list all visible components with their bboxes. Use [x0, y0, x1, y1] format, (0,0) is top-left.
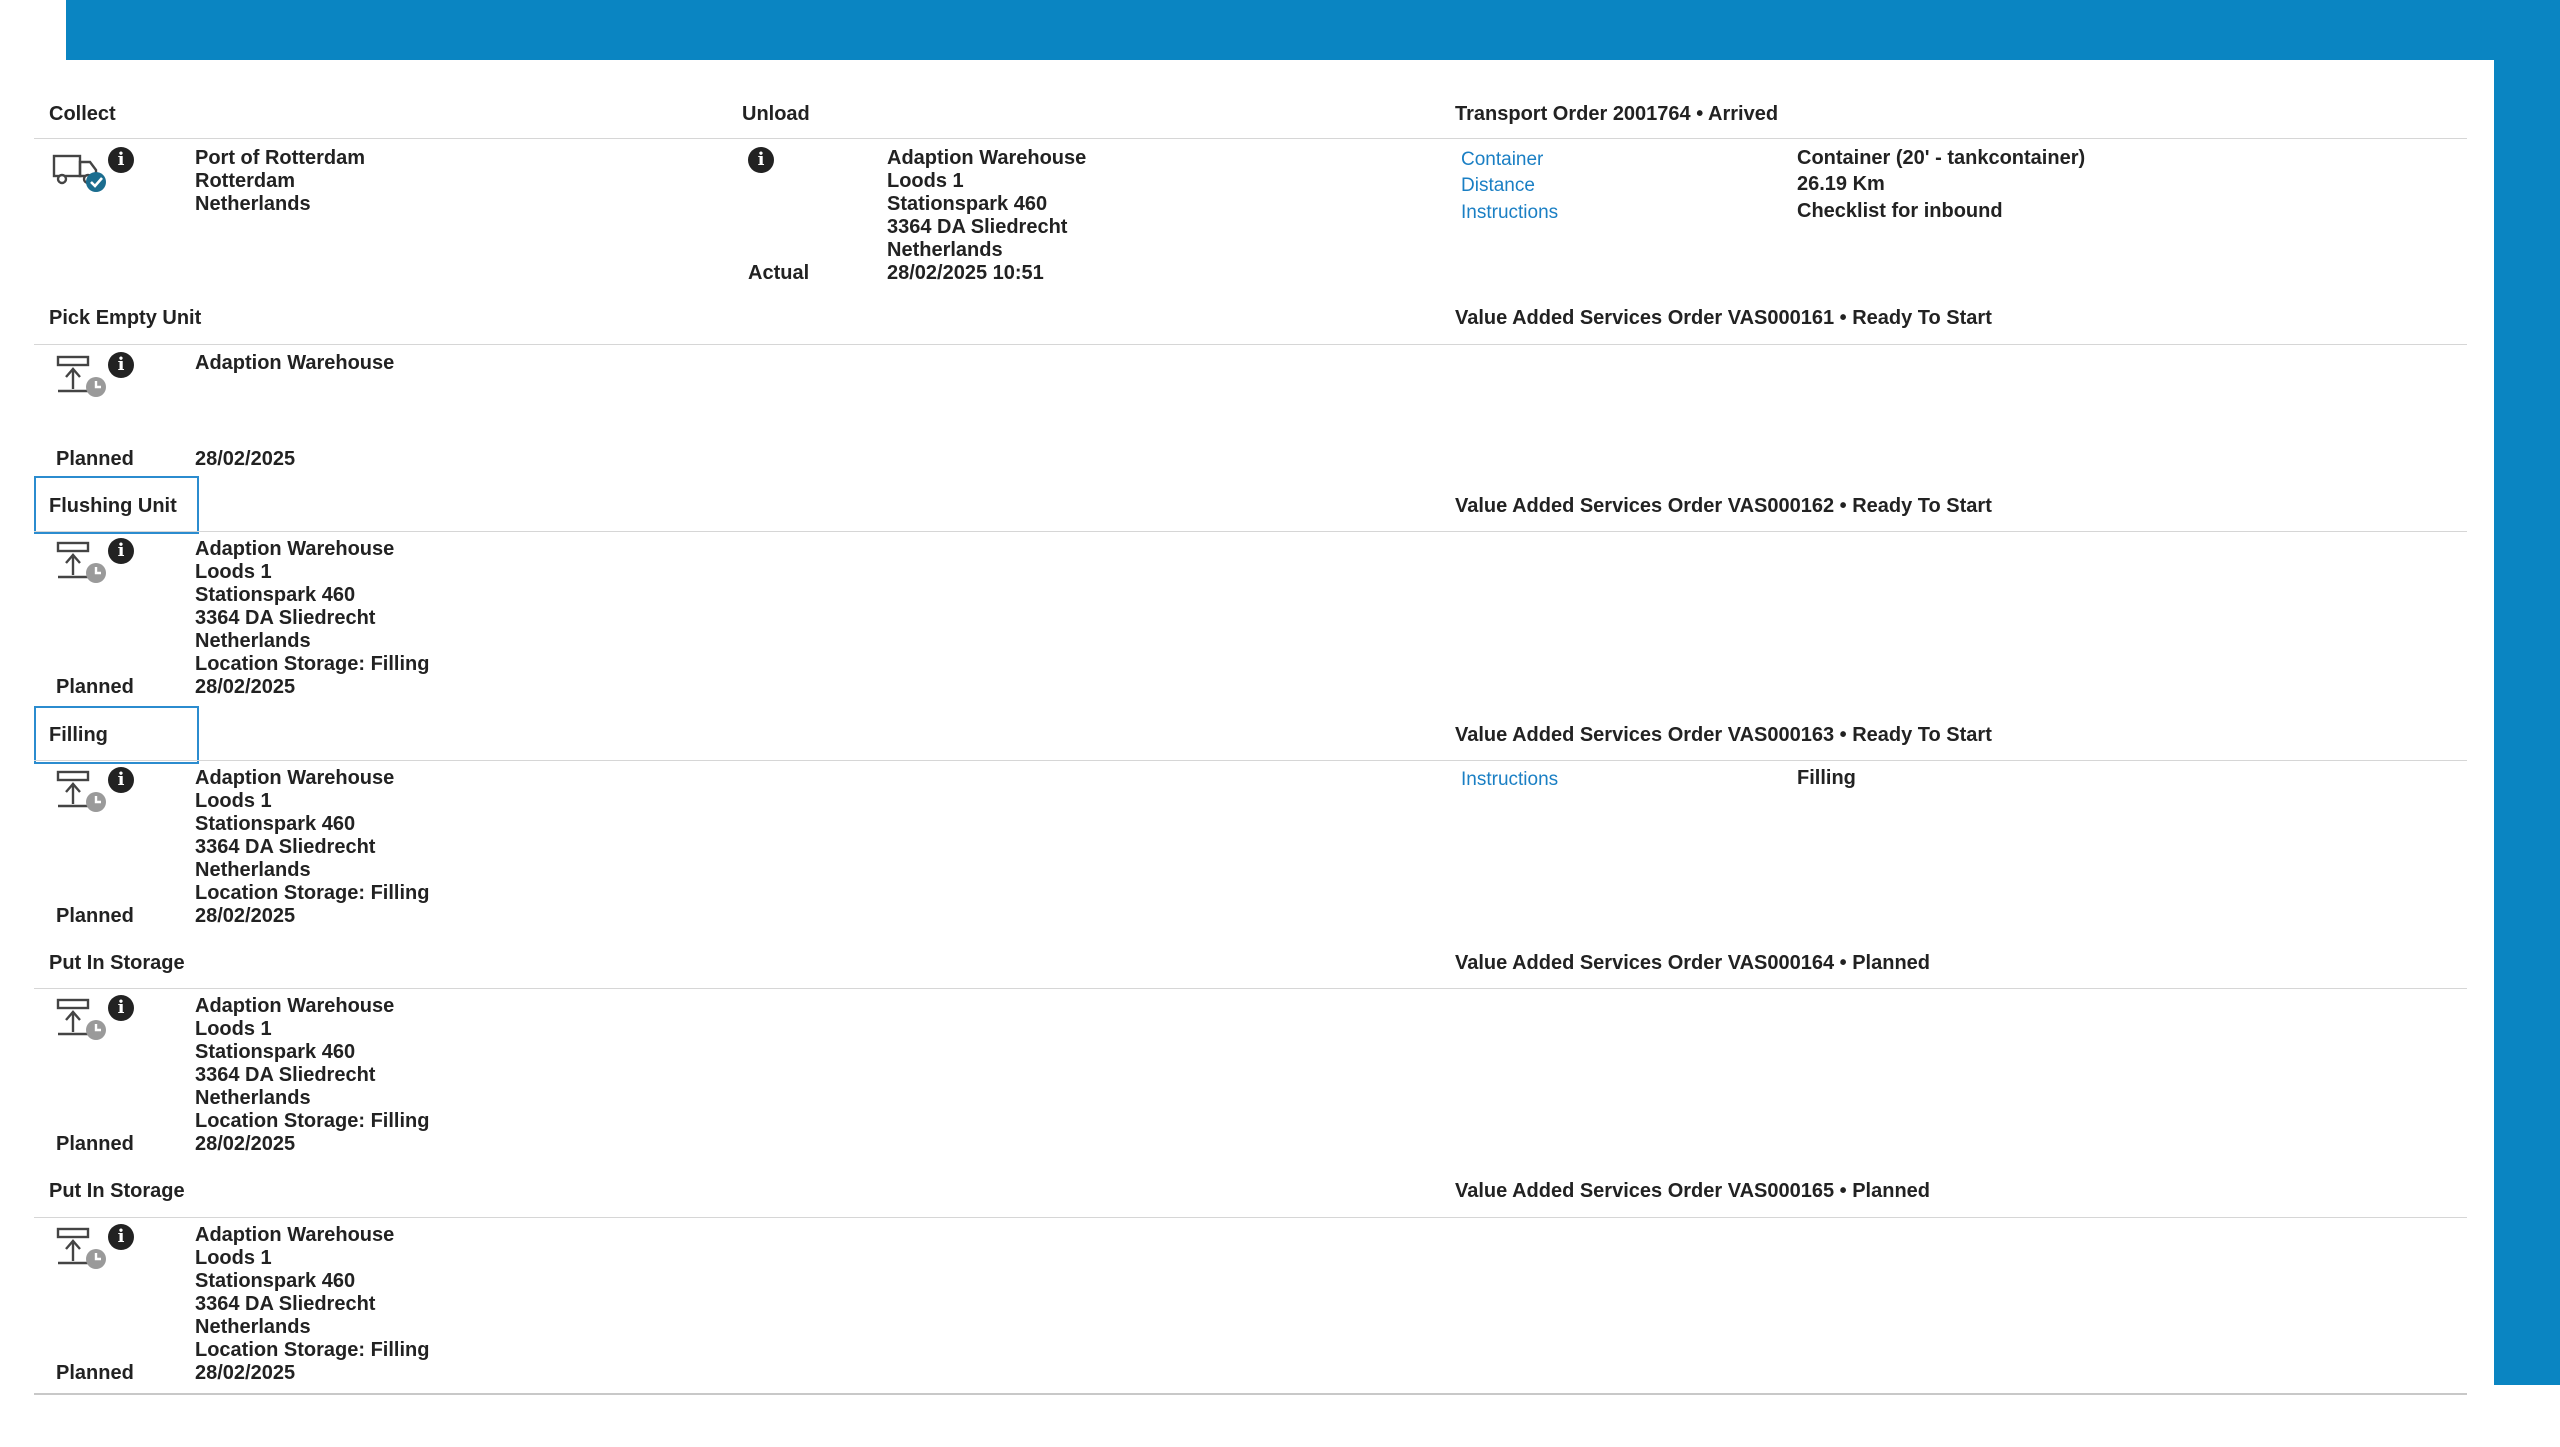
task-address-line: Location Storage: Filling	[195, 653, 430, 675]
planned-value: 28/02/2025	[195, 448, 296, 470]
task-address-line: Adaption Warehouse	[195, 995, 395, 1017]
task-address-line: Netherlands	[195, 1316, 311, 1338]
info-icon[interactable]: i	[108, 538, 134, 564]
unload-address-line: Adaption Warehouse	[887, 147, 1087, 169]
unload-address: Adaption Warehouse Loods 1 Stationspark …	[887, 147, 1086, 285]
transport-order-title: Transport Order 2001764 • Arrived	[1455, 103, 1779, 125]
collect-address-line: Port of Rotterdam	[195, 147, 365, 169]
info-icon[interactable]: i	[108, 767, 134, 793]
distance-link[interactable]: Distance	[1461, 174, 1535, 198]
container-link[interactable]: Container	[1461, 148, 1543, 172]
planned-value: 28/02/2025	[195, 1133, 296, 1155]
task-address-line: Loods 1	[195, 790, 272, 812]
info-icon[interactable]: i	[108, 147, 134, 173]
bottom-divider	[34, 1393, 2467, 1395]
unload-clock-icon	[56, 770, 106, 812]
planned-label: Planned	[56, 1362, 134, 1384]
task-address-line: Location Storage: Filling	[195, 882, 430, 904]
task-address-line: Netherlands	[195, 1087, 311, 1109]
task-order-status: Value Added Services Order VAS000161 • R…	[1455, 307, 1992, 329]
unload-clock-icon	[56, 998, 106, 1040]
task-address-line: Stationspark 460	[195, 813, 356, 835]
planned-label: Planned	[56, 676, 134, 698]
instructions-link[interactable]: Instructions	[1461, 201, 1558, 225]
info-icon[interactable]: i	[108, 995, 134, 1021]
unload-address-line: Netherlands	[887, 239, 1003, 261]
container-value: Container (20' - tankcontainer)	[1797, 147, 2086, 169]
divider	[34, 1217, 2467, 1218]
task-title: Pick Empty Unit	[49, 307, 202, 329]
unload-actual-label: Actual	[748, 262, 810, 284]
divider	[34, 760, 2467, 761]
task-address-line: Location Storage: Filling	[195, 1339, 430, 1361]
task-order-status: Value Added Services Order VAS000165 • P…	[1455, 1180, 1930, 1202]
task-address-line: Stationspark 460	[195, 584, 356, 606]
task-title: Put In Storage	[49, 1180, 185, 1202]
planned-label: Planned	[56, 905, 134, 927]
task-address-line: Loods 1	[195, 1018, 272, 1040]
task-address: Adaption Warehouse	[195, 352, 394, 375]
collect-address: Port of Rotterdam Rotterdam Netherlands	[195, 147, 365, 216]
truck-check-icon	[52, 154, 106, 192]
unload-address-line: Stationspark 460	[887, 193, 1048, 215]
unload-clock-icon	[56, 355, 106, 397]
divider	[34, 988, 2467, 989]
task-order-status: Value Added Services Order VAS000163 • R…	[1455, 724, 1992, 746]
right-blue-band	[2494, 0, 2560, 1385]
task-title: Put In Storage	[49, 952, 185, 974]
instructions-link[interactable]: Instructions	[1461, 768, 1558, 792]
distance-value: 26.19 Km	[1797, 173, 1885, 195]
task-title: Filling	[49, 724, 108, 746]
instructions-value: Checklist for inbound	[1797, 200, 2003, 222]
task-address-line: Loods 1	[195, 1247, 272, 1269]
task-address-line: Adaption Warehouse	[195, 1224, 395, 1246]
task-address-line: Netherlands	[195, 630, 311, 652]
task-address-line: Adaption Warehouse	[195, 352, 395, 374]
unload-title: Unload	[742, 103, 810, 125]
divider	[34, 531, 2467, 532]
task-address-line: 3364 DA Sliedrecht	[195, 1064, 376, 1086]
unload-actual-value: 28/02/2025 10:51	[887, 262, 1044, 284]
task-address-line: Adaption Warehouse	[195, 767, 395, 789]
unload-clock-icon	[56, 1227, 106, 1269]
unload-clock-icon	[56, 541, 106, 583]
planned-value: 28/02/2025	[195, 905, 296, 927]
task-address-line: Stationspark 460	[195, 1041, 356, 1063]
divider	[34, 344, 2467, 345]
info-icon[interactable]: i	[108, 1224, 134, 1250]
task-address-line: Netherlands	[195, 859, 311, 881]
task-address: Adaption Warehouse Loods 1 Stationspark …	[195, 538, 429, 699]
task-address-line: Adaption Warehouse	[195, 538, 395, 560]
info-icon[interactable]: i	[748, 147, 774, 173]
planned-label: Planned	[56, 1133, 134, 1155]
task-address-line: 3364 DA Sliedrecht	[195, 836, 376, 858]
task-order-status: Value Added Services Order VAS000162 • R…	[1455, 495, 1992, 517]
instructions-value: Filling	[1797, 767, 1856, 789]
task-address: Adaption Warehouse Loods 1 Stationspark …	[195, 995, 429, 1156]
planned-label: Planned	[56, 448, 134, 470]
unload-address-line: Loods 1	[887, 170, 964, 192]
task-order-status: Value Added Services Order VAS000164 • P…	[1455, 952, 1930, 974]
task-address-line: Location Storage: Filling	[195, 1110, 430, 1132]
task-address-line: 3364 DA Sliedrecht	[195, 607, 376, 629]
task-address-line: Loods 1	[195, 561, 272, 583]
task-address: Adaption Warehouse Loods 1 Stationspark …	[195, 767, 429, 928]
top-blue-band	[66, 0, 2560, 60]
task-address: Adaption Warehouse Loods 1 Stationspark …	[195, 1224, 429, 1385]
task-address-line: 3364 DA Sliedrecht	[195, 1293, 376, 1315]
planned-value: 28/02/2025	[195, 676, 296, 698]
collect-address-line: Rotterdam	[195, 170, 296, 192]
planned-value: 28/02/2025	[195, 1362, 296, 1384]
info-icon[interactable]: i	[108, 352, 134, 378]
unload-address-line: 3364 DA Sliedrecht	[887, 216, 1068, 238]
task-address-line: Stationspark 460	[195, 1270, 356, 1292]
collect-address-line: Netherlands	[195, 193, 311, 215]
divider	[34, 138, 2467, 139]
task-title: Flushing Unit	[49, 495, 177, 517]
collect-title: Collect	[49, 103, 116, 125]
